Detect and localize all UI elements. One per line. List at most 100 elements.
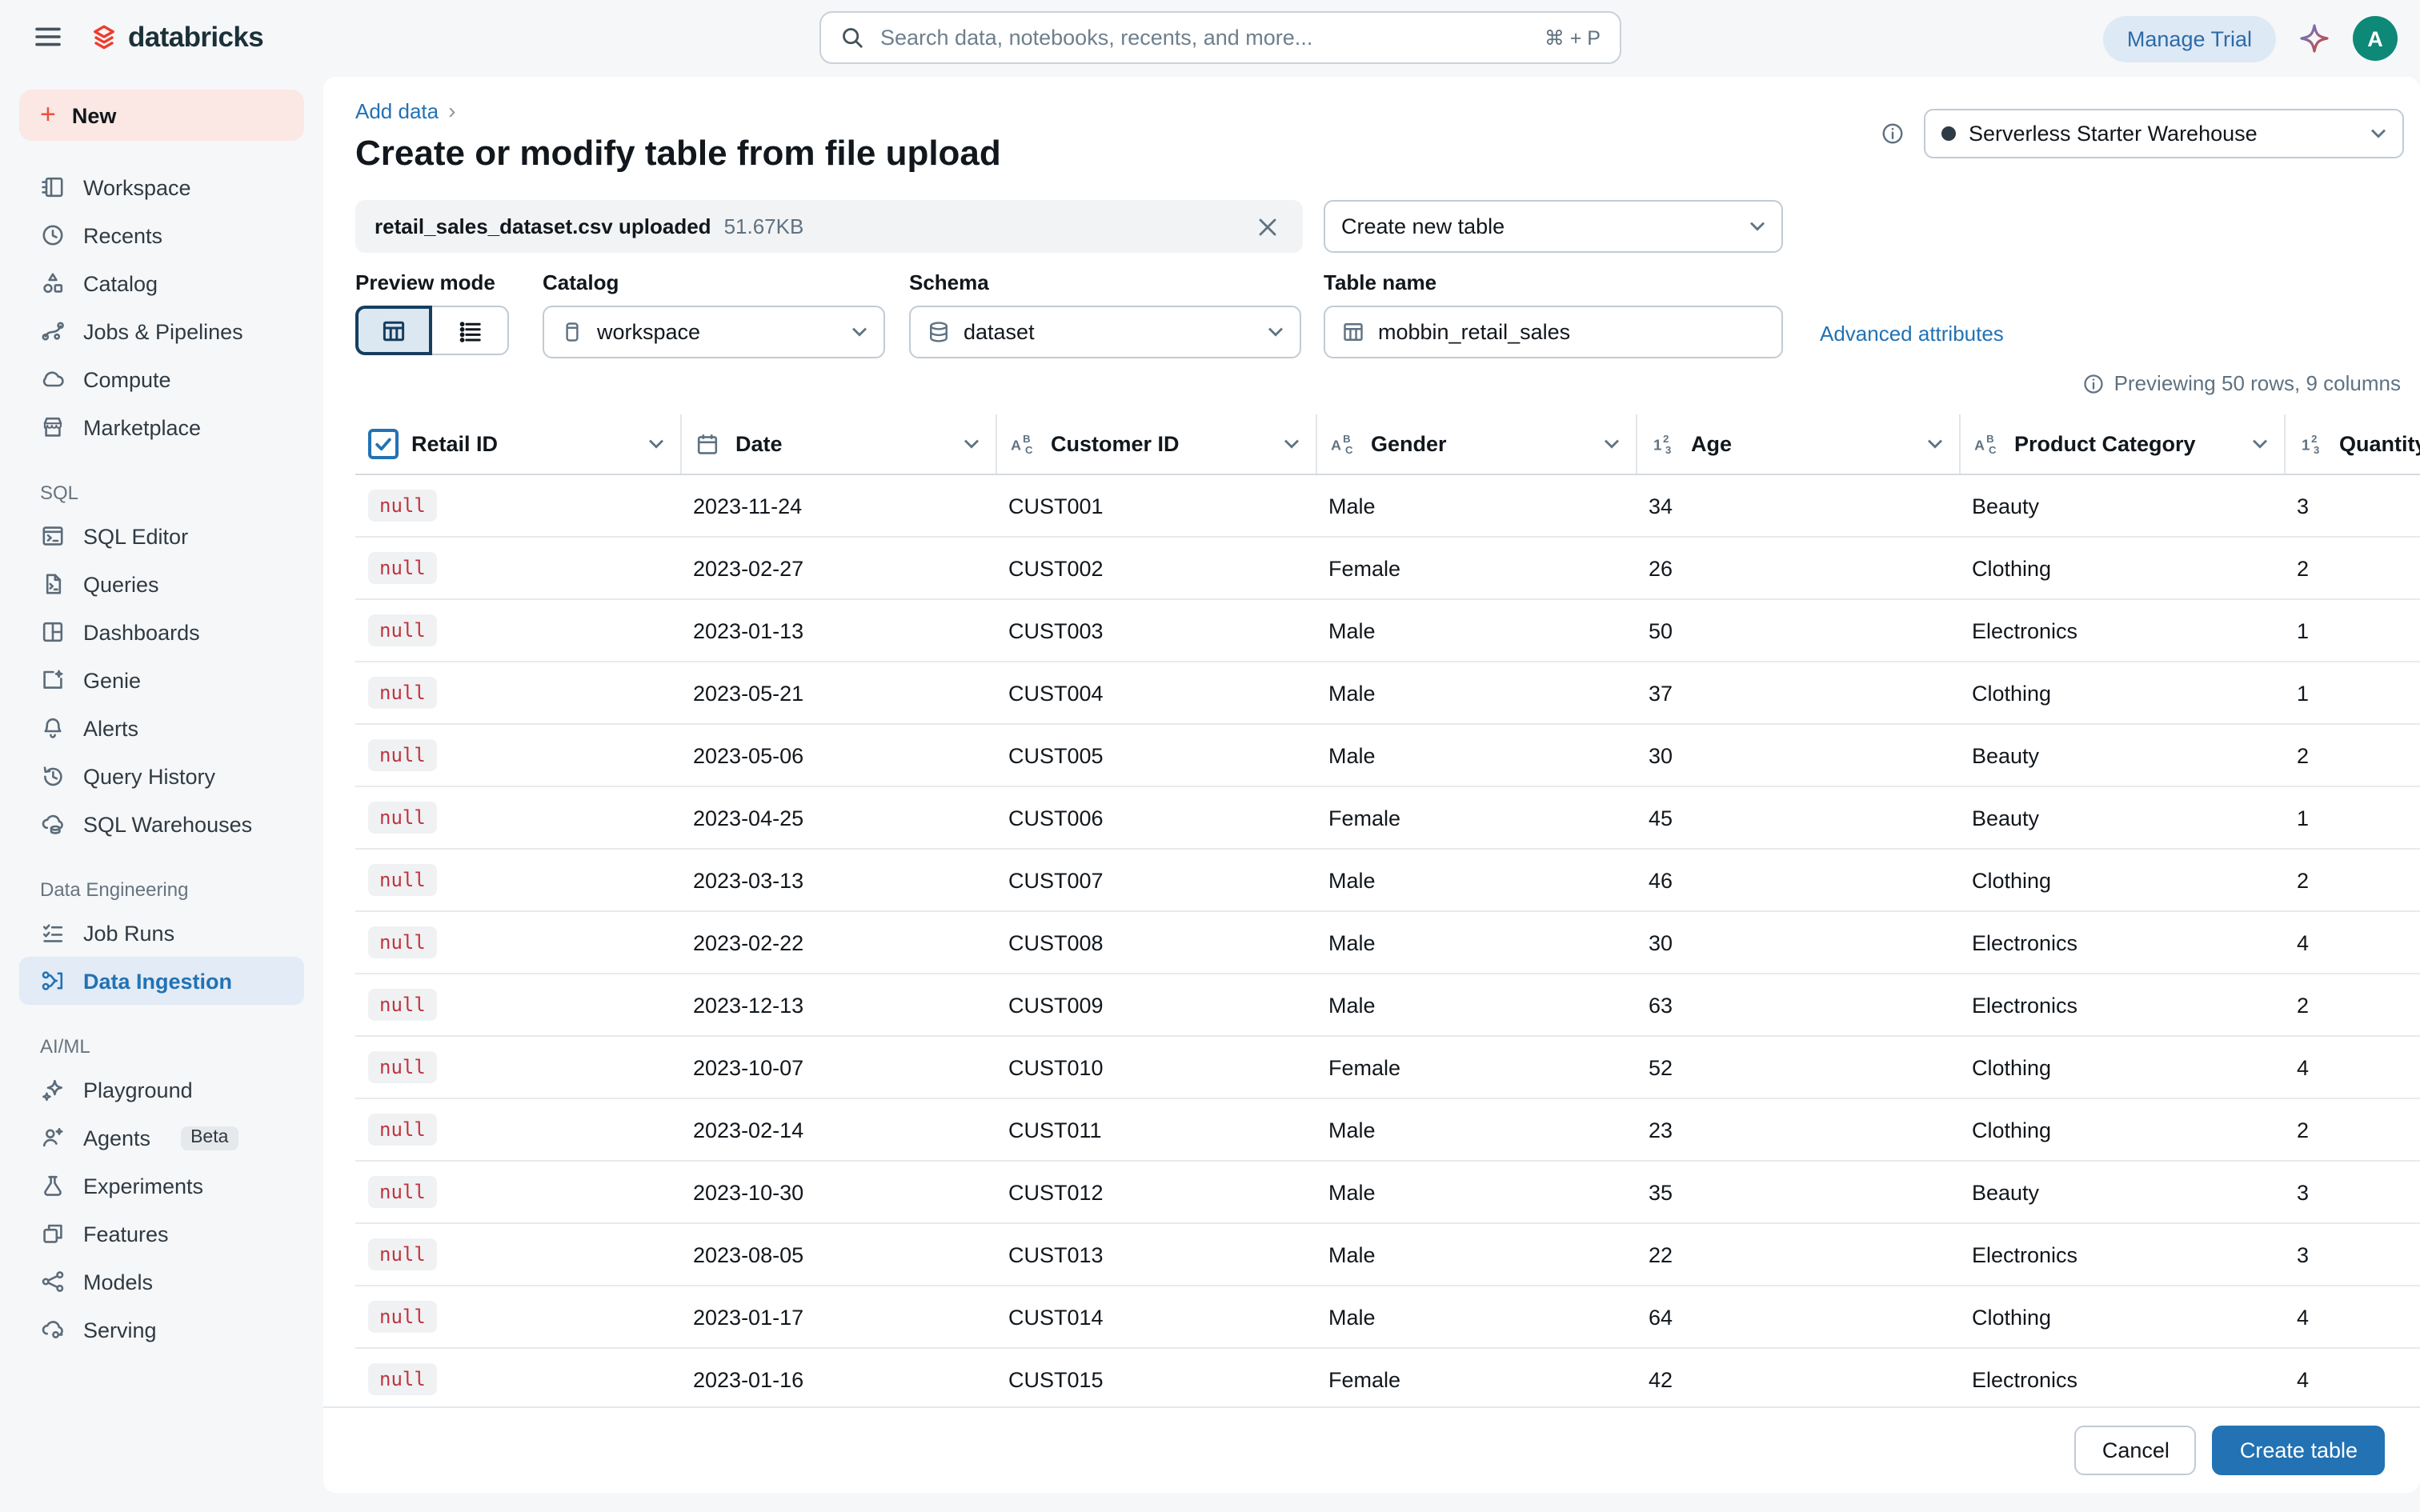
create-table-button[interactable]: Create table (2212, 1426, 2385, 1475)
sidebar-item-label: Workspace (83, 175, 191, 199)
sidebar-item-models[interactable]: Models (19, 1258, 304, 1306)
cancel-button[interactable]: Cancel (2074, 1426, 2197, 1475)
jobs-pipelines-icon (40, 318, 66, 344)
sidebar-item-experiments[interactable]: Experiments (19, 1162, 304, 1210)
cell: null (355, 1098, 680, 1162)
table-view-toggle[interactable] (355, 306, 432, 355)
sidebar-item-playground[interactable]: Playground (19, 1066, 304, 1114)
info-icon[interactable] (1881, 122, 1905, 146)
warehouse-select[interactable]: Serverless Starter Warehouse (1924, 109, 2404, 158)
cell: CUST003 (996, 599, 1316, 662)
advanced-attributes-link[interactable]: Advanced attributes (1820, 322, 2004, 346)
column-header-inner: A B C Customer ID (996, 432, 1315, 456)
hamburger-menu-icon[interactable] (35, 24, 61, 50)
sidebar-item-label: SQL Editor (83, 524, 189, 548)
sidebar-item-jobs-pipelines[interactable]: Jobs & Pipelines (19, 307, 304, 355)
manage-trial-button[interactable]: Manage Trial (2102, 15, 2276, 62)
preview-info: Previewing 50 rows, 9 columns (323, 371, 2420, 395)
chevron-down-icon[interactable] (1926, 438, 1942, 450)
column-header-date[interactable]: Date (680, 414, 996, 475)
sidebar-item-workspace[interactable]: Workspace (19, 163, 304, 211)
sidebar-item-query-history[interactable]: Query History (19, 752, 304, 800)
column-header-inner: Date (681, 431, 995, 457)
databricks-logo[interactable]: databricks (90, 21, 264, 54)
chevron-down-icon[interactable] (2251, 438, 2267, 450)
table-name-group: Table name (1324, 270, 1783, 358)
svg-text:2: 2 (2310, 433, 2316, 445)
null-badge: null (368, 739, 437, 771)
svg-text:A: A (1330, 438, 1340, 454)
database-icon (927, 320, 951, 344)
sidebar-item-label: Serving (83, 1318, 157, 1342)
agents-icon (40, 1125, 66, 1150)
cell: null (355, 974, 680, 1037)
table-row: null 2023-05-06 CUST005 Male 30 Beauty 2 (355, 724, 2420, 787)
sidebar-section-label: Data Engineering (40, 878, 189, 901)
column-header-product-category[interactable]: A B C Product Category (1959, 414, 2285, 475)
null-badge: null (368, 1301, 437, 1333)
user-avatar[interactable]: A (2353, 16, 2398, 61)
table-row: null 2023-04-25 CUST006 Female 45 Beauty 1 (355, 786, 2420, 850)
chevron-down-icon[interactable] (963, 438, 979, 450)
svg-text:C: C (1344, 444, 1352, 456)
sidebar-item-sql-warehouses[interactable]: SQL Warehouses (19, 800, 304, 848)
number-type-icon: 123 (1649, 432, 1678, 456)
compute-icon (40, 366, 66, 392)
chevron-down-icon[interactable] (1283, 438, 1299, 450)
chevron-down-icon[interactable] (1603, 438, 1619, 450)
catalog-select[interactable]: workspace (543, 306, 885, 358)
dashboards-icon (40, 619, 66, 645)
cell: Male (1316, 1098, 1636, 1162)
sidebar-item-genie[interactable]: Genie (19, 656, 304, 704)
remove-file-icon[interactable] (1252, 210, 1284, 242)
assistant-sparkle-icon[interactable] (2298, 22, 2330, 54)
sidebar-item-dashboards[interactable]: Dashboards (19, 608, 304, 656)
sidebar-item-job-runs[interactable]: Job Runs (19, 909, 304, 957)
table-mode-value: Create new table (1341, 214, 1505, 238)
cell: Beauty (1959, 1161, 2284, 1224)
sidebar-item-label: Models (83, 1270, 154, 1294)
cell: Clothing (1959, 1098, 2284, 1162)
column-header-gender[interactable]: A B C Gender (1316, 414, 1637, 475)
column-header-age[interactable]: 1 2 3 Age (1636, 414, 1960, 475)
sidebar-item-features[interactable]: Features (19, 1210, 304, 1258)
table-name-field[interactable] (1324, 306, 1783, 358)
sidebar-item-label: Query History (83, 764, 216, 788)
breadcrumb-add-data-link[interactable]: Add data (355, 98, 439, 122)
sidebar-item-compute[interactable]: Compute (19, 355, 304, 403)
cell: 2023-10-30 (680, 1161, 996, 1224)
cell: 2023-01-16 (680, 1348, 996, 1411)
column-header-inner: A B C Gender (1316, 432, 1635, 456)
sidebar-item-alerts[interactable]: Alerts (19, 704, 304, 752)
sidebar-item-sql-editor[interactable]: SQL Editor (19, 512, 304, 560)
cell: 4 (2284, 911, 2420, 974)
sidebar-item-label: Agents (83, 1126, 151, 1150)
sidebar-item-serving[interactable]: Serving (19, 1306, 304, 1354)
query-history-icon (40, 763, 66, 789)
chevron-down-icon[interactable] (647, 438, 663, 450)
table-mode-select[interactable]: Create new table (1324, 200, 1783, 253)
column-header-label: Gender (1371, 432, 1447, 456)
preview-mode-group: Preview mode (355, 270, 509, 355)
column-header-customer-id[interactable]: A B C Customer ID (996, 414, 1316, 475)
table-name-input[interactable] (1378, 320, 1765, 344)
new-button[interactable]: + New (19, 90, 304, 141)
cell: Female (1316, 786, 1636, 850)
plus-icon: + (40, 99, 56, 130)
sidebar-item-queries[interactable]: Queries (19, 560, 304, 608)
list-view-toggle[interactable] (432, 306, 509, 355)
sidebar-item-catalog[interactable]: Catalog (19, 259, 304, 307)
table-row: null 2023-10-30 CUST012 Male 35 Beauty 3 (355, 1161, 2420, 1224)
sidebar-item-agents[interactable]: Agents Beta (19, 1114, 304, 1162)
sidebar-item-data-ingestion[interactable]: Data Ingestion (19, 957, 304, 1005)
global-search[interactable]: ⌘ + P (819, 11, 1621, 64)
sidebar-item-label: SQL Warehouses (83, 812, 253, 836)
cell: 2 (2284, 537, 2420, 600)
column-header-quantity[interactable]: 1 2 3 Quantity (2284, 414, 2420, 475)
sidebar-item-recents[interactable]: Recents (19, 211, 304, 259)
column-checkbox-checked[interactable] (368, 429, 399, 459)
column-header-retail-id[interactable]: Retail ID (355, 414, 681, 475)
search-input[interactable] (877, 24, 1532, 51)
schema-select[interactable]: dataset (909, 306, 1301, 358)
sidebar-item-marketplace[interactable]: Marketplace (19, 403, 304, 451)
